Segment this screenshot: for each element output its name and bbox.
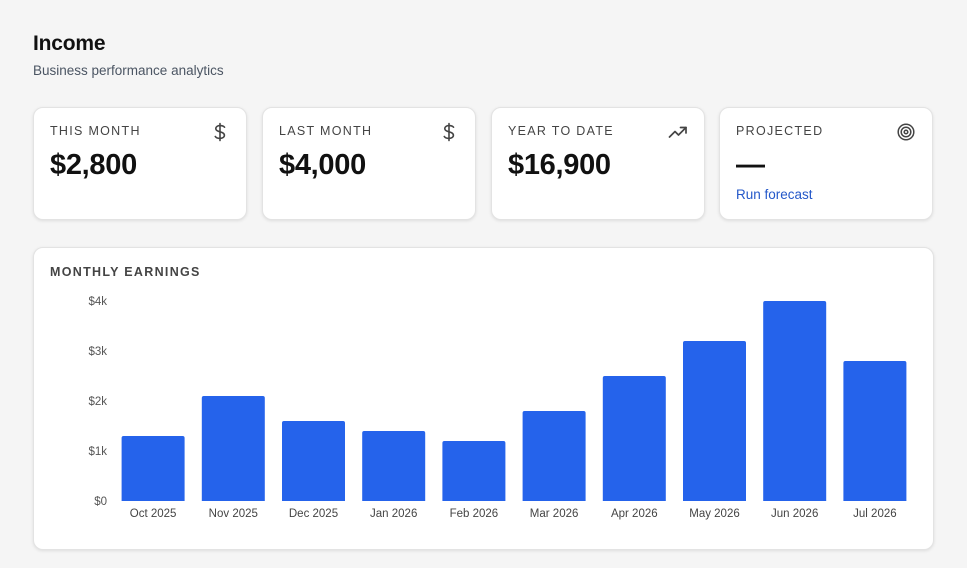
- target-icon: [896, 122, 916, 142]
- stat-card-year-to-date: YEAR TO DATE $16,900: [491, 107, 705, 220]
- card-value: —: [736, 149, 765, 181]
- monthly-earnings-chart: $0 $1k $2k $3k $4k Oct 2025 Nov 2025 Dec 2025 Ja…: [88, 296, 907, 520]
- x-tick-label: Mar 2026: [530, 508, 579, 520]
- bar[interactable]: [522, 411, 586, 501]
- card-value: $16,900: [508, 149, 611, 181]
- card-label: YEAR TO DATE: [508, 124, 614, 138]
- stat-card-this-month: THIS MONTH $2,800: [33, 107, 247, 220]
- bar[interactable]: [121, 436, 185, 501]
- income-page: Income Business performance analytics TH…: [0, 0, 967, 568]
- card-label: LAST MONTH: [279, 124, 373, 138]
- bar[interactable]: [843, 361, 907, 501]
- x-tick-label: Jun 2026: [771, 508, 818, 520]
- bar[interactable]: [201, 396, 265, 501]
- bar[interactable]: [602, 376, 666, 501]
- bar[interactable]: [683, 341, 746, 501]
- bar[interactable]: [442, 441, 506, 501]
- y-tick-label: $3k: [88, 346, 107, 358]
- x-tick-label: Jul 2026: [853, 508, 896, 520]
- trending-up-icon: [668, 122, 688, 142]
- bar[interactable]: [763, 301, 827, 501]
- dollar-icon: [210, 122, 230, 142]
- page-title: Income: [33, 32, 106, 55]
- run-forecast-link[interactable]: Run forecast: [736, 187, 813, 202]
- x-tick-label: Dec 2025: [289, 508, 338, 520]
- page-subtitle: Business performance analytics: [33, 63, 224, 78]
- x-tick-label: Oct 2025: [130, 508, 177, 520]
- card-value: $4,000: [279, 149, 366, 181]
- card-label: PROJECTED: [736, 124, 824, 138]
- y-tick-label: $1k: [88, 446, 107, 458]
- card-label: THIS MONTH: [50, 124, 141, 138]
- dollar-icon: [439, 122, 459, 142]
- x-tick-label: Apr 2026: [611, 508, 658, 520]
- x-tick-label: Jan 2026: [370, 508, 417, 520]
- x-tick-label: Feb 2026: [450, 508, 499, 520]
- monthly-earnings-card: MONTHLY EARNINGS $0 $1k $2k $3k $4k Oct 2025 N…: [33, 247, 934, 550]
- bar[interactable]: [362, 431, 426, 501]
- y-tick-label: $0: [94, 496, 107, 508]
- stat-card-last-month: LAST MONTH $4,000: [262, 107, 476, 220]
- y-tick-label: $2k: [88, 396, 107, 408]
- stat-card-projected: PROJECTED — Run forecast: [719, 107, 933, 220]
- card-value: $2,800: [50, 149, 137, 181]
- y-tick-label: $4k: [88, 296, 107, 308]
- x-tick-label: Nov 2025: [209, 508, 258, 520]
- bar[interactable]: [282, 421, 345, 501]
- x-tick-label: May 2026: [689, 508, 740, 520]
